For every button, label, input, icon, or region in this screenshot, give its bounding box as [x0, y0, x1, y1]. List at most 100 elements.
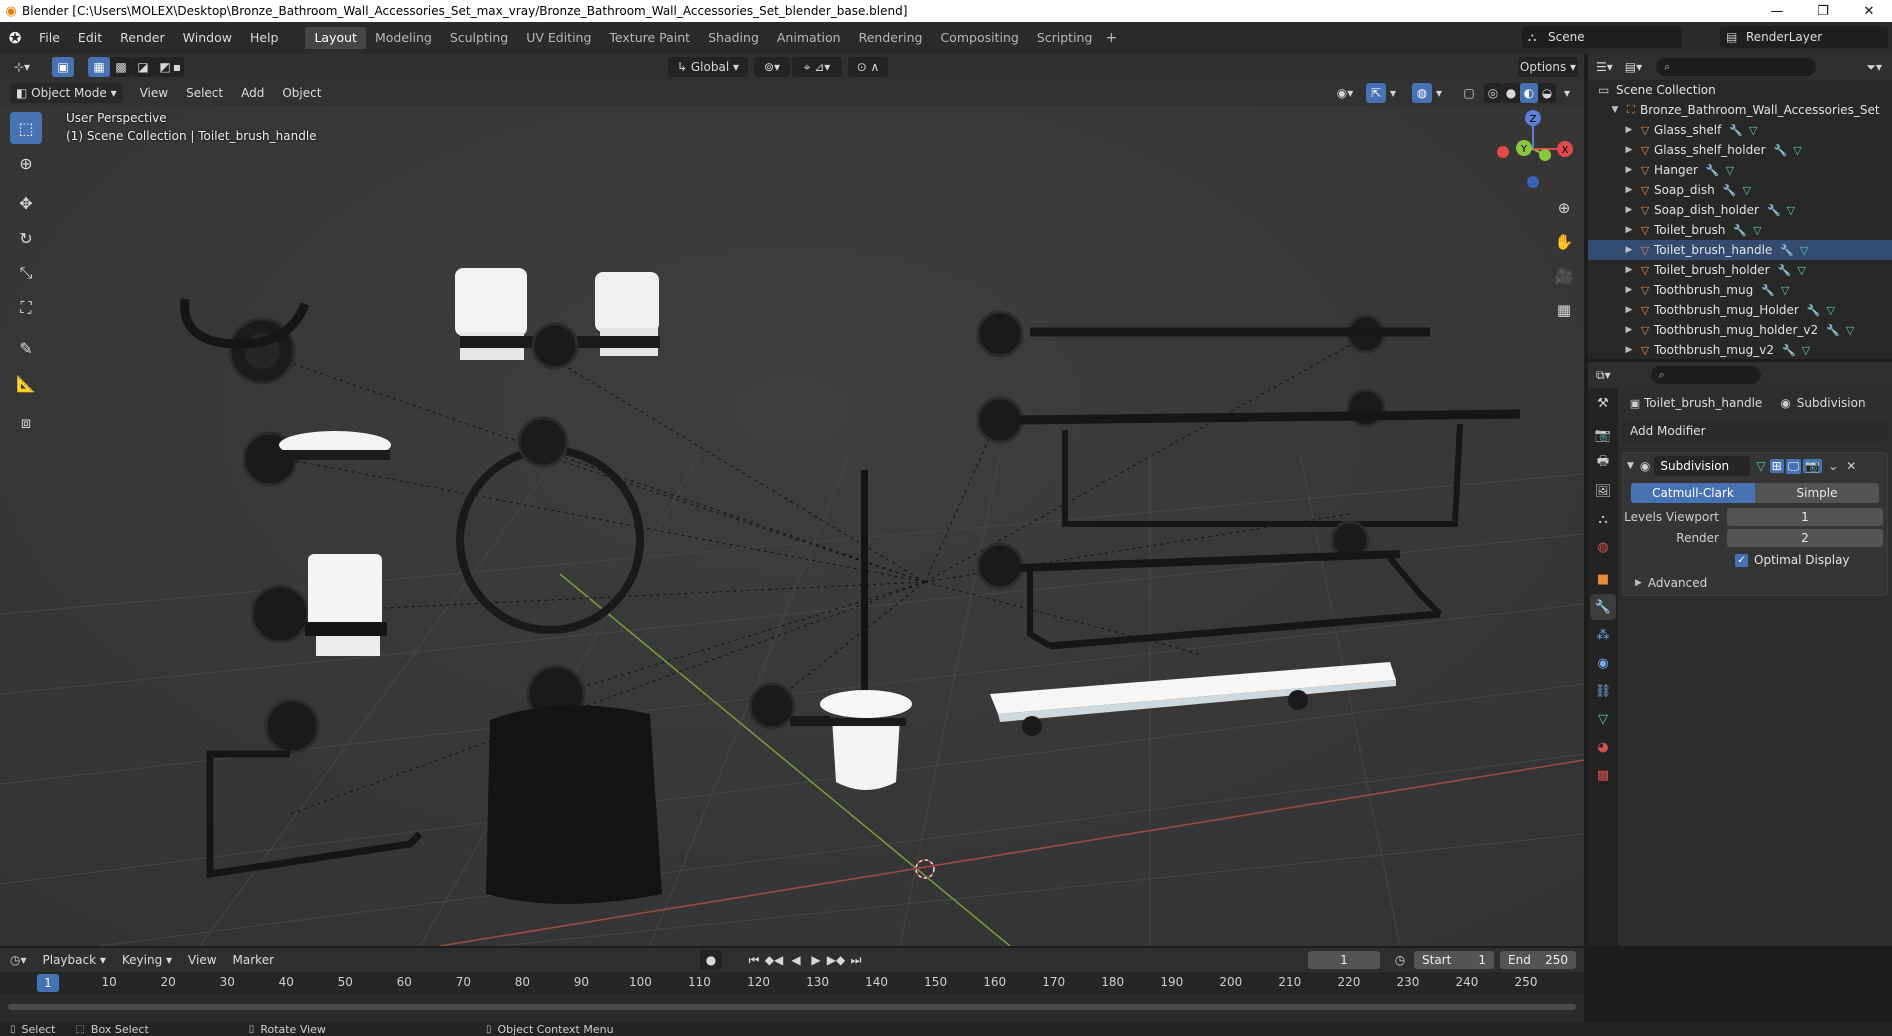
modifier-wrench-icon[interactable]: 🔧 [1729, 124, 1743, 137]
end-frame-field[interactable]: End 250 [1500, 951, 1576, 969]
add-cube-tool-icon[interactable]: ⧈ [10, 407, 42, 439]
scene-selector[interactable]: ⛬ Scene [1522, 26, 1682, 48]
constraints-tab-icon[interactable]: ⛓ [1590, 678, 1616, 704]
gizmo-toggle-icon[interactable]: ⇱ [1366, 83, 1386, 103]
edit-cage-toggle-icon[interactable]: ⊞ [1769, 459, 1784, 473]
menu-render[interactable]: Render [111, 22, 174, 54]
world-tab-icon[interactable]: ◍ [1590, 534, 1616, 560]
auto-keying-icon[interactable]: ● [700, 950, 722, 970]
properties-search-input[interactable]: ⌕ [1650, 366, 1761, 384]
modifier-menu-chevron-icon[interactable]: ⌄ [1828, 459, 1838, 473]
particles-tab-icon[interactable]: ⁂ [1590, 622, 1616, 648]
mesh-data-icon[interactable]: ▽ [1787, 204, 1795, 217]
tab-modeling[interactable]: Modeling [366, 27, 441, 49]
outliner-item[interactable]: ▶ ▽ Hanger 🔧 ▽ [1588, 160, 1892, 180]
mesh-data-icon[interactable]: ▽ [1802, 344, 1810, 357]
current-frame-field[interactable]: 1 [1308, 951, 1380, 969]
outliner-item[interactable]: ▶ ▽ Toothbrush_mug 🔧 ▽ [1588, 280, 1892, 300]
expand-right-icon[interactable]: ▶ [1622, 125, 1636, 135]
timeline-menu-view[interactable]: View [180, 953, 224, 967]
tool-tab-icon[interactable]: ⚒ [1590, 390, 1616, 416]
expand-right-icon[interactable]: ▶ [1622, 305, 1636, 315]
tab-sculpting[interactable]: Sculpting [441, 27, 517, 49]
timeline-menu-marker[interactable]: Marker [225, 953, 282, 967]
physics-tab-icon[interactable]: ◉ [1590, 650, 1616, 676]
edit-mode-toggle-icon[interactable]: ▽ [1756, 459, 1765, 473]
outliner-item[interactable]: ▶ ▽ Soap_dish_holder 🔧 ▽ [1588, 200, 1892, 220]
tab-compositing[interactable]: Compositing [931, 27, 1027, 49]
restore-button[interactable]: ❐ [1800, 0, 1846, 22]
expand-right-icon[interactable]: ▶ [1622, 325, 1636, 335]
camera-view-icon[interactable]: 🎥 [1550, 262, 1578, 290]
mesh-data-icon[interactable]: ▽ [1800, 244, 1808, 257]
timeline-scrollbar[interactable] [8, 1004, 1576, 1010]
timeline-menu-playback[interactable]: Playback ▾ [35, 953, 114, 967]
pan-hand-icon[interactable]: ✋ [1550, 228, 1578, 256]
add-modifier-dropdown[interactable]: Add Modifier [1622, 420, 1888, 442]
scene-tab-icon[interactable]: ⛬ [1590, 506, 1616, 532]
collapse-arrow-icon[interactable]: ▼ [1627, 461, 1634, 471]
modifier-wrench-icon[interactable]: 🔧 [1767, 204, 1781, 217]
tab-layout[interactable]: Layout [305, 27, 366, 49]
start-frame-field[interactable]: Start 1 [1414, 951, 1494, 969]
selection-extend-button[interactable]: ▩ [110, 57, 132, 77]
expand-right-icon[interactable]: ▶ [1622, 225, 1636, 235]
outliner-item[interactable]: ▶ ▽ Glass_shelf_holder 🔧 ▽ [1588, 140, 1892, 160]
outliner-item[interactable]: ▶ ▽ Toothbrush_mug_holder_v2 🔧 ▽ [1588, 320, 1892, 340]
mesh-data-icon[interactable]: ▽ [1827, 304, 1835, 317]
material-tab-icon[interactable]: ◕ [1590, 734, 1616, 760]
expand-right-icon[interactable]: ▶ [1622, 205, 1636, 215]
transform-orientation-dropdown[interactable]: ↳ Global ▾ [668, 57, 748, 77]
measure-tool-icon[interactable]: 📐 [10, 367, 42, 399]
expand-right-icon[interactable]: ▶ [1622, 285, 1636, 295]
object-tab-icon[interactable]: ■ [1590, 566, 1616, 592]
tab-rendering[interactable]: Rendering [850, 27, 932, 49]
add-workspace-button[interactable]: + [1101, 30, 1121, 46]
transform-tool-icon[interactable]: ⛶ [10, 292, 42, 324]
modifier-wrench-icon[interactable]: 🔧 [1807, 304, 1821, 317]
modifier-wrench-icon[interactable]: 🔧 [1782, 344, 1796, 357]
selection-new-button[interactable]: ▦ [88, 57, 110, 77]
mesh-data-icon[interactable]: ▽ [1793, 144, 1801, 157]
viewport-scene-canvas[interactable]: Z Y X [0, 54, 1584, 946]
wireframe-shading-icon[interactable]: ◎ [1484, 83, 1502, 103]
snapping-dropdown[interactable]: ⌖ ⊿▾ [792, 57, 842, 77]
blender-menu-icon[interactable]: ✪ [0, 29, 30, 47]
gizmo-dropdown-icon[interactable]: ▾ [1386, 83, 1400, 103]
render-levels-field[interactable]: 2 [1727, 529, 1883, 547]
timeline-editor-icon[interactable]: ◷▾ [10, 953, 27, 967]
modifier-wrench-icon[interactable]: 🔧 [1761, 284, 1775, 297]
scale-tool-icon[interactable]: ⤡ [10, 257, 42, 289]
mesh-data-icon[interactable]: ▽ [1797, 264, 1805, 277]
jump-start-icon[interactable]: ⏮ [744, 950, 764, 970]
outliner-item[interactable]: ▶ ▽ Toilet_brush_holder 🔧 ▽ [1588, 260, 1892, 280]
outliner-item[interactable]: ▶ ▽ Toothbrush_mug_Holder 🔧 ▽ [1588, 300, 1892, 320]
outliner-item[interactable]: ▶ ▽ Toothbrush_mug_v2 🔧 ▽ [1588, 340, 1892, 359]
modifier-name-field[interactable]: Subdivision [1654, 456, 1751, 476]
remove-modifier-icon[interactable]: ✕ [1846, 459, 1856, 473]
realtime-toggle-icon[interactable]: 🖵 [1785, 458, 1802, 474]
collection-row[interactable]: ▼ ⛶ Bronze_Bathroom_Wall_Accessories_Set [1588, 100, 1892, 120]
editor-type-button[interactable]: ⊹▾ [8, 57, 36, 77]
modifier-tab-icon[interactable]: 🔧 [1590, 594, 1616, 620]
tab-texture-paint[interactable]: Texture Paint [600, 27, 699, 49]
annotate-tool-icon[interactable]: ✎ [10, 332, 42, 364]
shading-dropdown-icon[interactable]: ▾ [1560, 83, 1574, 103]
outliner-display-mode-icon[interactable]: ▤▾ [1625, 60, 1642, 74]
minimize-button[interactable]: — [1754, 0, 1800, 22]
expand-right-icon[interactable]: ▶ [1622, 145, 1636, 155]
mesh-data-icon[interactable]: ▽ [1742, 184, 1750, 197]
mesh-data-icon[interactable]: ▽ [1781, 284, 1789, 297]
rendered-shading-icon[interactable]: ◒ [1538, 83, 1556, 103]
jump-keyframe-forward-icon[interactable]: ▶◆ [826, 950, 846, 970]
select-mode-tweak-button[interactable]: ▣ [52, 57, 74, 77]
modifier-wrench-icon[interactable]: 🔧 [1706, 164, 1720, 177]
modifier-wrench-icon[interactable]: 🔧 [1774, 144, 1788, 157]
timeline-menu-keying[interactable]: Keying ▾ [114, 953, 180, 967]
material-preview-shading-icon[interactable]: ◐ [1520, 83, 1538, 103]
modifier-wrench-icon[interactable]: 🔧 [1826, 324, 1840, 337]
menu-edit[interactable]: Edit [69, 22, 111, 54]
outliner-search-input[interactable]: ⌕ [1656, 58, 1817, 76]
play-icon[interactable]: ▶ [806, 950, 826, 970]
overlays-toggle-icon[interactable]: ◍ [1412, 83, 1432, 103]
